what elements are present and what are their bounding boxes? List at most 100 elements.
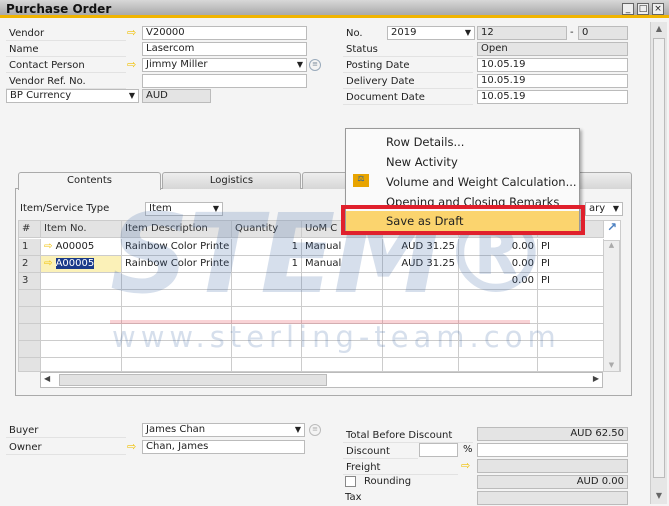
grid-cell[interactable] (122, 358, 232, 371)
grid-cell[interactable] (232, 358, 302, 371)
grid-cell[interactable] (459, 358, 538, 371)
column-header[interactable]: Item Description (122, 221, 232, 238)
list-icon[interactable]: ≡ (309, 59, 321, 71)
discount-pct-field[interactable] (419, 443, 458, 457)
minimize-button[interactable]: _ (622, 3, 634, 15)
scroll-up-icon[interactable]: ▲ (651, 24, 667, 33)
grid-cell[interactable] (232, 341, 302, 358)
grid-cell[interactable] (41, 358, 122, 371)
grid-cell[interactable] (232, 273, 302, 290)
grid-cell[interactable] (538, 341, 604, 358)
link-arrow-icon[interactable]: ⇨ (44, 258, 56, 269)
vendor-field[interactable]: V20000 (142, 26, 307, 40)
grid-cell[interactable] (232, 324, 302, 341)
grid-cell[interactable] (302, 358, 383, 371)
scroll-down-icon[interactable]: ▼ (651, 491, 667, 500)
menu-item-row-details[interactable]: Row Details... (386, 132, 464, 152)
grid-cell[interactable]: PI (538, 239, 604, 256)
close-button[interactable]: × (652, 3, 664, 15)
grid-cell[interactable] (459, 324, 538, 341)
series-select[interactable]: 2019 ▼ (387, 26, 475, 40)
grid-cell[interactable] (538, 358, 604, 371)
name-field[interactable]: Lasercom (142, 42, 307, 56)
link-arrow-icon[interactable]: ⇨ (127, 58, 136, 72)
grid-cell[interactable] (41, 341, 122, 358)
grid-cell[interactable] (538, 324, 604, 341)
owner-field[interactable]: Chan, James (142, 440, 305, 454)
link-arrow-icon[interactable]: ⇨ (44, 241, 56, 252)
scroll-up-icon[interactable]: ▲ (604, 241, 619, 249)
scroll-down-icon[interactable]: ▼ (604, 361, 619, 369)
tab-logistics[interactable]: Logistics (162, 172, 301, 189)
grid-cell[interactable] (383, 358, 459, 371)
grid-vertical-scrollbar[interactable]: ▲ ▼ (603, 240, 620, 372)
grid-cell[interactable]: 0.00 (459, 239, 538, 256)
column-header[interactable]: Quantity (232, 221, 302, 238)
grid-cell[interactable]: AUD 31.25 (383, 239, 459, 256)
grid-cell[interactable] (302, 324, 383, 341)
grid-cell[interactable] (383, 324, 459, 341)
grid-cell[interactable] (122, 273, 232, 290)
grid-cell[interactable]: PI (538, 256, 604, 273)
grid-horizontal-scrollbar[interactable]: ◀ ▶ (40, 372, 603, 388)
grid-cell[interactable] (302, 273, 383, 290)
document-date-field[interactable]: 10.05.19 (477, 90, 628, 104)
grid-cell[interactable]: 0.00 (459, 256, 538, 273)
grid-cell[interactable] (122, 324, 232, 341)
rounding-checkbox[interactable] (345, 476, 356, 487)
summary-type-select[interactable]: ary ▼ (585, 202, 623, 216)
scroll-thumb[interactable] (59, 374, 327, 386)
grid-cell[interactable] (302, 341, 383, 358)
expand-arrow-icon[interactable]: ↗ (607, 220, 617, 234)
list-icon[interactable]: ≡ (309, 424, 321, 436)
column-header[interactable]: Item No. (41, 221, 122, 238)
grid-cell[interactable] (459, 341, 538, 358)
link-arrow-icon[interactable]: ⇨ (127, 440, 136, 454)
grid-cell[interactable] (122, 290, 232, 307)
items-grid[interactable]: #Item No.Item DescriptionQuantityUoM Ce1… (18, 220, 621, 372)
item-type-select[interactable]: Item ▼ (145, 202, 223, 216)
grid-cell[interactable]: Rainbow Color Printe (122, 239, 232, 256)
grid-cell[interactable] (383, 341, 459, 358)
grid-cell[interactable]: Manual (302, 239, 383, 256)
scroll-thumb[interactable] (653, 38, 665, 478)
grid-cell[interactable] (122, 341, 232, 358)
grid-cell[interactable] (538, 307, 604, 324)
scroll-right-icon[interactable]: ▶ (593, 374, 599, 383)
vertical-scrollbar[interactable]: ▲ ▼ (650, 22, 667, 504)
buyer-select[interactable]: James Chan ▼ (142, 423, 305, 437)
grid-cell[interactable] (383, 290, 459, 307)
link-arrow-icon[interactable]: ⇨ (461, 459, 470, 473)
menu-item-new-activity[interactable]: New Activity (386, 152, 458, 172)
grid-cell[interactable]: PI (538, 273, 604, 290)
grid-cell[interactable]: ⇨ A00005 (41, 256, 122, 273)
grid-cell[interactable] (41, 290, 122, 307)
grid-cell[interactable] (383, 273, 459, 290)
grid-cell[interactable] (41, 324, 122, 341)
column-header[interactable]: # (19, 221, 41, 238)
grid-cell[interactable] (459, 290, 538, 307)
grid-cell[interactable]: Rainbow Color Printe (122, 256, 232, 273)
grid-cell[interactable]: Manual (302, 256, 383, 273)
grid-cell[interactable]: 0.00 (459, 273, 538, 290)
currency-type-select[interactable]: BP Currency ▼ (6, 89, 139, 103)
maximize-button[interactable]: □ (637, 3, 649, 15)
delivery-date-field[interactable]: 10.05.19 (477, 74, 628, 88)
tab-contents[interactable]: Contents (18, 172, 161, 190)
discount-field[interactable] (477, 443, 628, 457)
grid-cell[interactable] (232, 290, 302, 307)
grid-cell[interactable]: ⇨ A00005 (41, 239, 122, 256)
menu-item-volume-weight[interactable]: Volume and Weight Calculation... (386, 172, 577, 192)
posting-date-field[interactable]: 10.05.19 (477, 58, 628, 72)
grid-cell[interactable]: AUD 31.25 (383, 256, 459, 273)
scroll-left-icon[interactable]: ◀ (44, 374, 50, 383)
link-arrow-icon[interactable]: ⇨ (127, 26, 136, 40)
grid-cell[interactable] (538, 290, 604, 307)
contact-person-select[interactable]: Jimmy Miller ▼ (142, 58, 307, 72)
grid-cell[interactable]: 1 (232, 239, 302, 256)
grid-cell[interactable] (302, 290, 383, 307)
grid-cell[interactable]: 1 (232, 256, 302, 273)
vendor-ref-field[interactable] (142, 74, 307, 88)
grid-cell[interactable] (41, 273, 122, 290)
contact-label: Contact Person (6, 58, 126, 73)
